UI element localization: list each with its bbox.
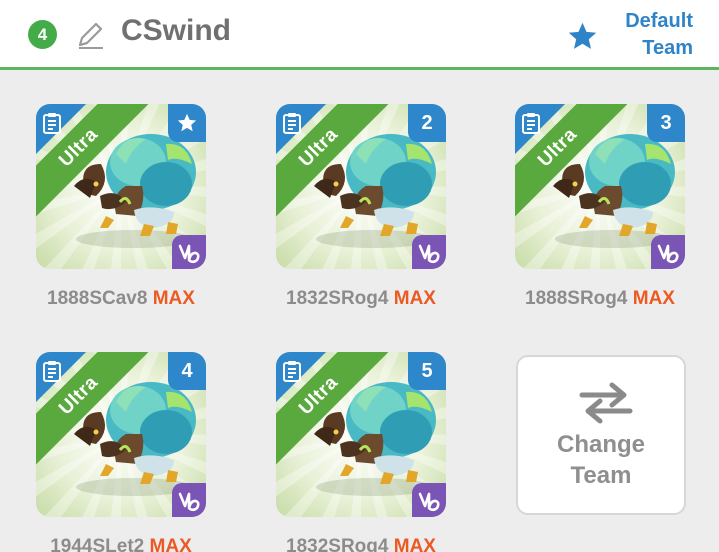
capricorn-icon bbox=[418, 492, 440, 512]
clipboard-icon bbox=[522, 113, 540, 134]
slot-badge bbox=[168, 104, 206, 142]
dinosaur-card[interactable]: Ultra 2 bbox=[276, 104, 446, 269]
slot-badge: 4 bbox=[168, 352, 206, 390]
clipboard-icon bbox=[43, 361, 61, 382]
capricorn-icon bbox=[178, 492, 200, 512]
dinosaur-label: 1944SLet2 MAX bbox=[21, 536, 221, 552]
slot-badge: 3 bbox=[647, 104, 685, 142]
clipboard-icon bbox=[43, 113, 61, 134]
dinosaur-name: 1944SLet2 bbox=[50, 536, 145, 552]
slot-number: 4 bbox=[181, 359, 193, 382]
capricorn-icon bbox=[418, 244, 440, 264]
dinosaur-name: 1888SCav8 bbox=[47, 288, 148, 309]
team-header: 4 CSwind Default Team bbox=[0, 0, 719, 70]
clipboard-icon bbox=[283, 361, 301, 382]
team-name[interactable]: CSwind bbox=[121, 14, 231, 48]
dinosaur-card[interactable]: Ultra 4 bbox=[36, 352, 206, 517]
max-level-badge: MAX bbox=[393, 536, 436, 552]
team-number-badge: 4 bbox=[28, 20, 57, 49]
slot-badge: 2 bbox=[408, 104, 446, 142]
dinosaur-card[interactable]: Ultra 3 bbox=[515, 104, 685, 269]
default-team-button[interactable]: Default Team bbox=[583, 8, 693, 62]
dinosaur-card[interactable]: Ultra bbox=[36, 104, 206, 269]
slot-number: 5 bbox=[421, 359, 433, 382]
swap-arrows-icon bbox=[579, 382, 633, 424]
dinosaur-label: 1832SRog4 MAX bbox=[261, 288, 461, 310]
favorite-star-icon bbox=[177, 113, 197, 132]
max-level-badge: MAX bbox=[152, 288, 195, 309]
pencil-icon[interactable] bbox=[74, 19, 106, 51]
dinosaur-name: 1888SRog4 bbox=[525, 288, 628, 309]
max-level-badge: MAX bbox=[149, 536, 192, 552]
dinosaur-name: 1832SRog4 bbox=[286, 536, 389, 552]
capricorn-icon bbox=[657, 244, 679, 264]
dinosaur-label: 1832SRog4 MAX bbox=[261, 536, 461, 552]
dinosaur-card[interactable]: Ultra 5 bbox=[276, 352, 446, 517]
capricorn-icon bbox=[178, 244, 200, 264]
dinosaur-name: 1832SRog4 bbox=[286, 288, 389, 309]
slot-number: 3 bbox=[660, 111, 672, 134]
change-team-label: Change Team bbox=[556, 431, 645, 489]
change-team-button[interactable]: Change Team bbox=[516, 355, 686, 515]
max-level-badge: MAX bbox=[393, 288, 436, 309]
clipboard-icon bbox=[283, 113, 301, 134]
slot-badge: 5 bbox=[408, 352, 446, 390]
dinosaur-label: 1888SCav8 MAX bbox=[21, 288, 221, 310]
dinosaur-label: 1888SRog4 MAX bbox=[500, 288, 700, 310]
slot-number: 2 bbox=[421, 111, 433, 134]
max-level-badge: MAX bbox=[632, 288, 675, 309]
